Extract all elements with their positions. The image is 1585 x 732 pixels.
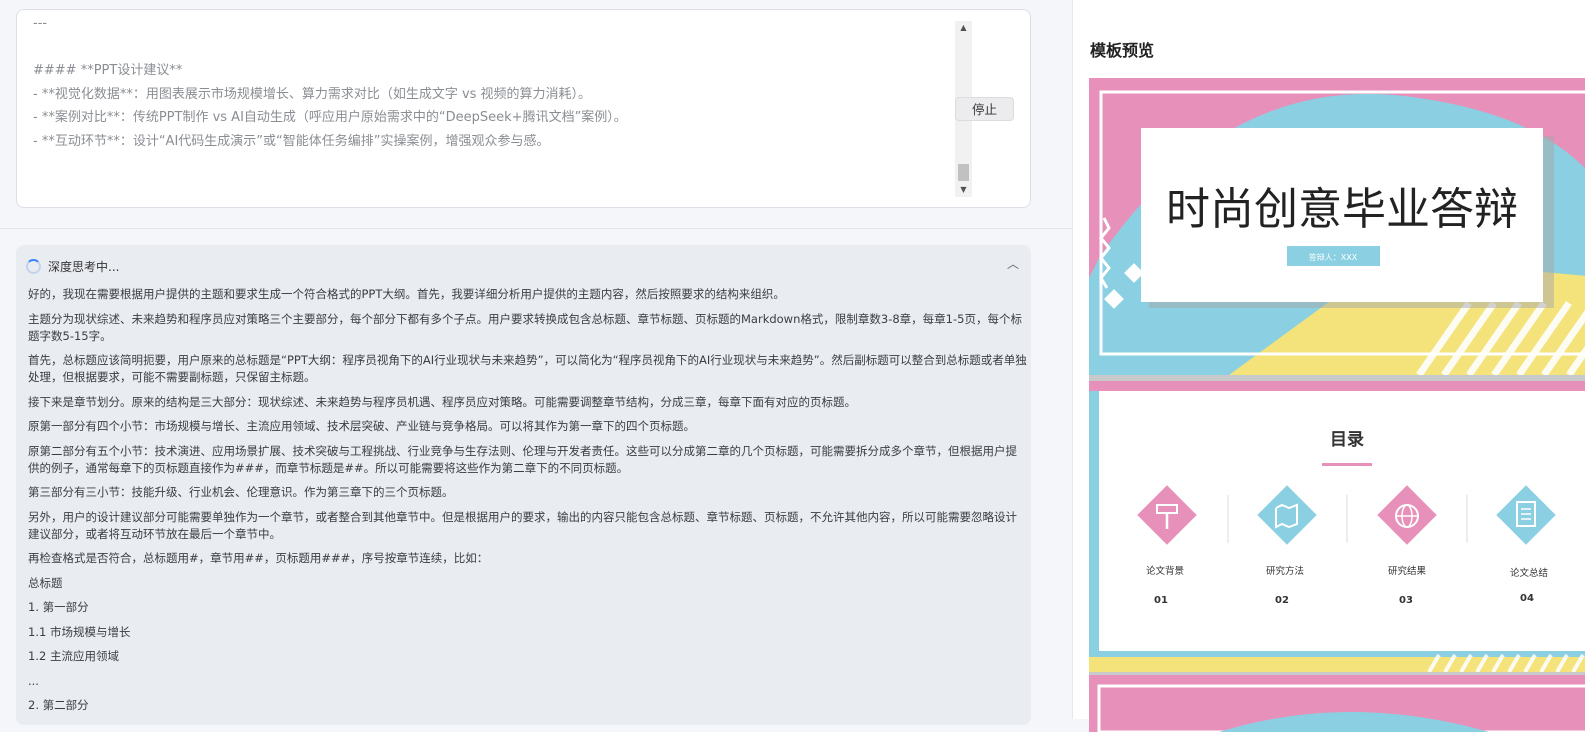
- contents-item-label: 论文总结: [1510, 567, 1548, 579]
- preview-title: 模板预览: [1090, 41, 1155, 60]
- thinking-paragraph: 主题分为现状综述、未来趋势和程序员应对策略三个主要部分，每个部分下都有多个子点。…: [28, 311, 1022, 343]
- thinking-paragraph: 第三部分有三小节：技能升级、行业机会、伦理意识。作为第三章下的三个页标题。: [28, 485, 454, 499]
- markdown-output-text: --- #### **PPT设计建议** - **视觉化数据**：用图表展示市场规模…: [33, 12, 933, 153]
- thinking-paragraph: 1. 第一部分: [28, 600, 89, 614]
- contents-item-number: 03: [1399, 595, 1413, 606]
- template-slide-next[interactable]: [1089, 672, 1585, 732]
- thinking-paragraph: ...: [28, 673, 39, 688]
- thinking-paragraph: 原第二部分有五个小节：技术演进、应用场景扩展、技术突破与工程挑战、行业竞争与生存…: [28, 443, 1017, 475]
- thinking-paragraph: 再检查格式是否符合，总标题用#，章节用##，页标题用###，序号按章节连续，比如…: [28, 551, 489, 565]
- contents-item-label: 研究结果: [1388, 565, 1427, 577]
- editor-line: - **互动环节**：设计“AI代码生成演示”或“智能体任务编排”实操案例，增强…: [33, 133, 550, 149]
- template-slide-cover[interactable]: 时尚创意毕业答辩 答辩人：XXX: [1089, 78, 1585, 375]
- contents-item-label: 论文背景: [1146, 565, 1184, 577]
- contents-title: 目录: [1330, 430, 1364, 450]
- thinking-paragraph: 1.2 主流应用领域: [28, 649, 119, 663]
- scroll-up-arrow-icon[interactable]: ▲: [955, 21, 972, 35]
- markdown-output-box[interactable]: --- #### **PPT设计建议** - **视觉化数据**：用图表展示市场规模…: [16, 9, 1031, 208]
- thinking-paragraph: 总标题: [28, 575, 63, 590]
- editor-line: - **案例对比**：传统PPT制作 vs AI自动生成（呼应用户原始需求中的“…: [33, 110, 627, 125]
- contents-item-number: 02: [1275, 595, 1289, 606]
- thinking-panel: 深度思考中... ︿ 好的，我现在需要根据用户提供的主题和要求生成一个符合格式的…: [16, 245, 1031, 725]
- chevron-up-icon[interactable]: ︿: [1007, 255, 1019, 272]
- thinking-paragraph: 2. 第二部分: [28, 698, 89, 712]
- cover-slide-graphic: 时尚创意毕业答辩 答辩人：XXX: [1089, 78, 1585, 375]
- thinking-paragraph: 1.1 市场规模与增长: [28, 624, 131, 639]
- thinking-status: 深度思考中...: [48, 259, 120, 274]
- thinking-paragraph: 原第一部分有四个小节：市场规模与增长、主流应用领域、技术层突破、产业链与竞争格局…: [28, 419, 695, 433]
- editor-line: ---: [33, 16, 48, 31]
- thinking-paragraph: 首先，总标题应该简明扼要，用户原来的总标题是“PPT大纲：程序员视角下的AI行业…: [28, 353, 1027, 384]
- contents-slide-graphic: 目录 论文背景 01 研究方法 02 研究结果 03 论文总结 04: [1089, 375, 1585, 672]
- contents-item-label: 研究方法: [1266, 565, 1304, 577]
- cover-title: 时尚创意毕业答辩: [1166, 184, 1518, 235]
- contents-item-number: 01: [1154, 595, 1168, 606]
- template-slide-contents[interactable]: 目录 论文背景 01 研究方法 02 研究结果 03 论文总结 04: [1089, 375, 1585, 672]
- thinking-paragraph: 接下来是章节划分。原来的结构是三大部分：现状综述、未来趋势与程序员机遇、程序员应…: [28, 394, 856, 409]
- contents-item-number: 04: [1520, 593, 1534, 604]
- editor-line: - **视觉化数据**：用图表展示市场规模增长、算力需求对比（如生成文字 vs …: [33, 86, 592, 102]
- section-divider: [0, 228, 1072, 229]
- scroll-down-arrow-icon[interactable]: ▼: [955, 183, 972, 197]
- thinking-paragraph: 另外，用户的设计建议部分可能需要单独作为一个章节，或者整合到其他章节中。但是根据…: [28, 509, 1017, 541]
- loading-spinner-icon: [26, 258, 41, 274]
- template-preview-pane: 模板预览 时尚创意毕业答辩 答辩人：XXX 目录 论文背景 01 研究方法 02…: [1072, 0, 1585, 732]
- thinking-header[interactable]: 深度思考中...: [26, 257, 119, 275]
- scrollbar-thumb[interactable]: [958, 164, 969, 181]
- left-pane: --- #### **PPT设计建议** - **视觉化数据**：用图表展示市场规模…: [0, 0, 1072, 725]
- next-slide-graphic: [1089, 672, 1585, 732]
- stop-button[interactable]: 停止: [955, 97, 1014, 121]
- thinking-paragraph: 好的，我现在需要根据用户提供的主题和要求生成一个符合格式的PPT大纲。首先，我要…: [28, 287, 785, 301]
- editor-line: #### **PPT设计建议**: [33, 63, 183, 78]
- thinking-content: 好的，我现在需要根据用户提供的主题和要求生成一个符合格式的PPT大纲。首先，我要…: [28, 286, 1028, 722]
- cover-presenter: 答辩人：XXX: [1309, 252, 1358, 262]
